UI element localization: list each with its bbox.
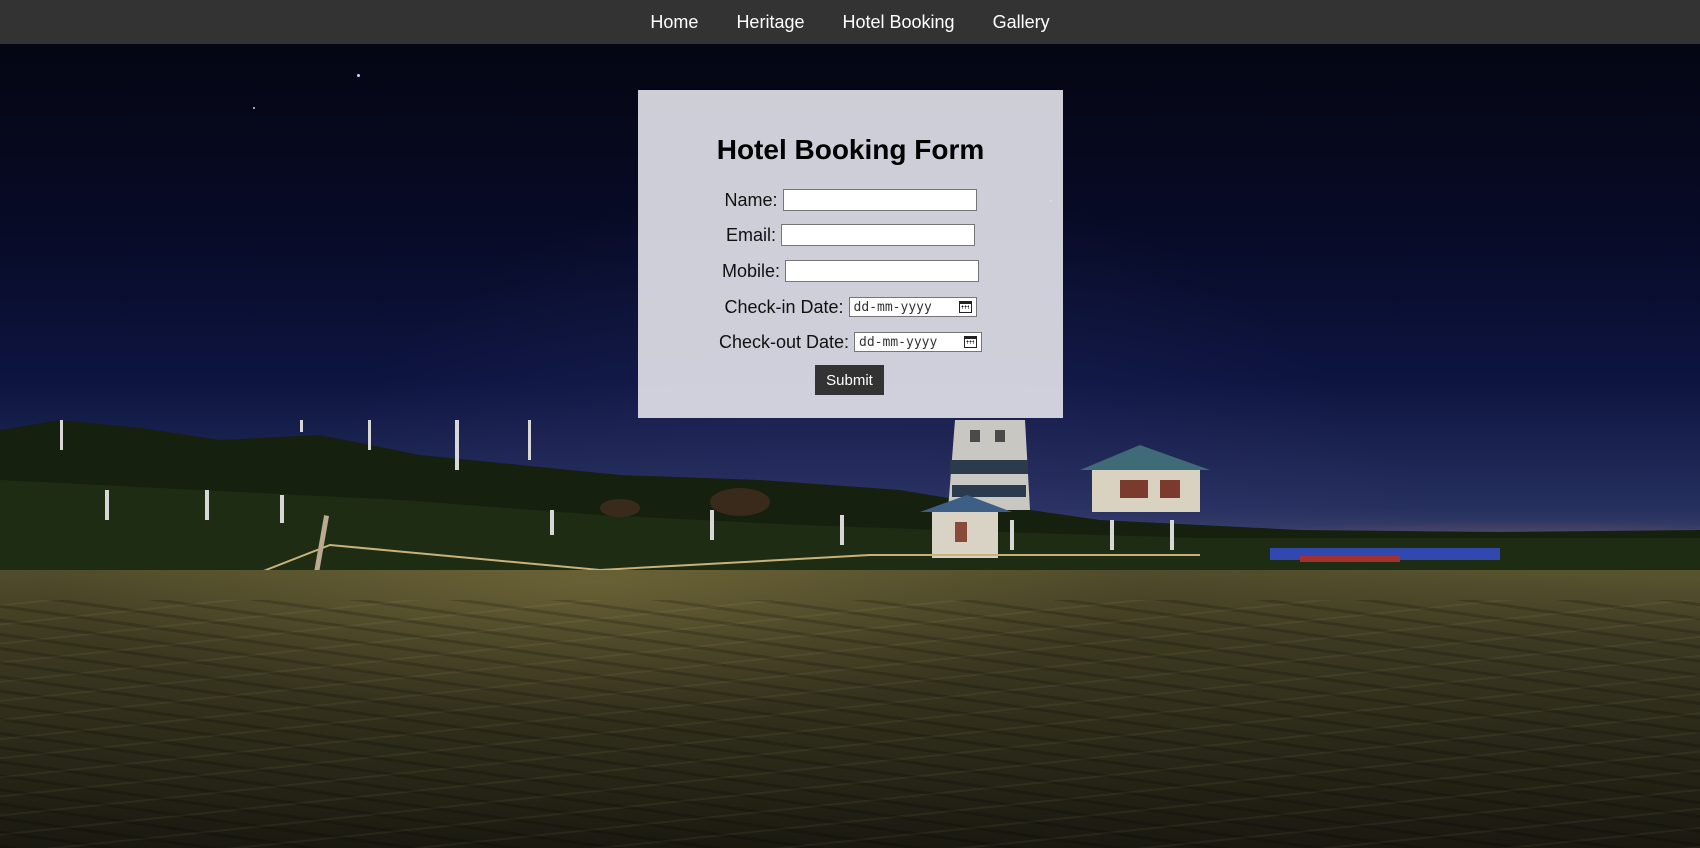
checkout-row: Check-out Date: dd-mm-yyyy [638, 329, 1063, 355]
name-label: Name: [724, 189, 778, 210]
nav-heritage[interactable]: Heritage [717, 0, 823, 44]
checkin-label: Check-in Date: [724, 296, 844, 317]
email-label: Email: [725, 224, 776, 245]
checkin-row: Check-in Date: dd-mm-yyyy [638, 294, 1063, 320]
nav-home[interactable]: Home [631, 0, 717, 44]
calendar-icon[interactable] [964, 336, 978, 348]
hotel-booking-form: Hotel Booking Form Name: Email: Mobile: … [638, 90, 1063, 418]
submit-button[interactable]: Submit [815, 365, 884, 395]
sand-texture [0, 600, 1700, 848]
email-row: Email: [638, 222, 1063, 248]
name-row: Name: [638, 187, 1063, 213]
checkout-label: Check-out Date: [718, 331, 850, 352]
mobile-label: Mobile: [721, 260, 781, 281]
star [253, 107, 255, 109]
email-input[interactable] [781, 224, 975, 246]
lighthouse [948, 420, 1030, 510]
mobile-input[interactable] [785, 260, 980, 282]
checkin-date-input[interactable]: dd-mm-yyyy [848, 297, 977, 317]
nav-gallery[interactable]: Gallery [974, 0, 1069, 44]
calendar-icon[interactable] [958, 301, 972, 313]
checkout-date-placeholder: dd-mm-yyyy [859, 334, 938, 350]
top-navbar: Home Heritage Hotel Booking Gallery [0, 0, 1700, 44]
mobile-row: Mobile: [638, 258, 1063, 284]
checkout-date-input[interactable]: dd-mm-yyyy [854, 332, 983, 352]
checkin-date-placeholder: dd-mm-yyyy [853, 299, 932, 315]
star [357, 74, 360, 77]
form-title: Hotel Booking Form [716, 134, 985, 165]
landscape-silhouette [0, 420, 1700, 590]
nav-hotel-booking[interactable]: Hotel Booking [823, 0, 973, 44]
name-input[interactable] [782, 189, 977, 211]
